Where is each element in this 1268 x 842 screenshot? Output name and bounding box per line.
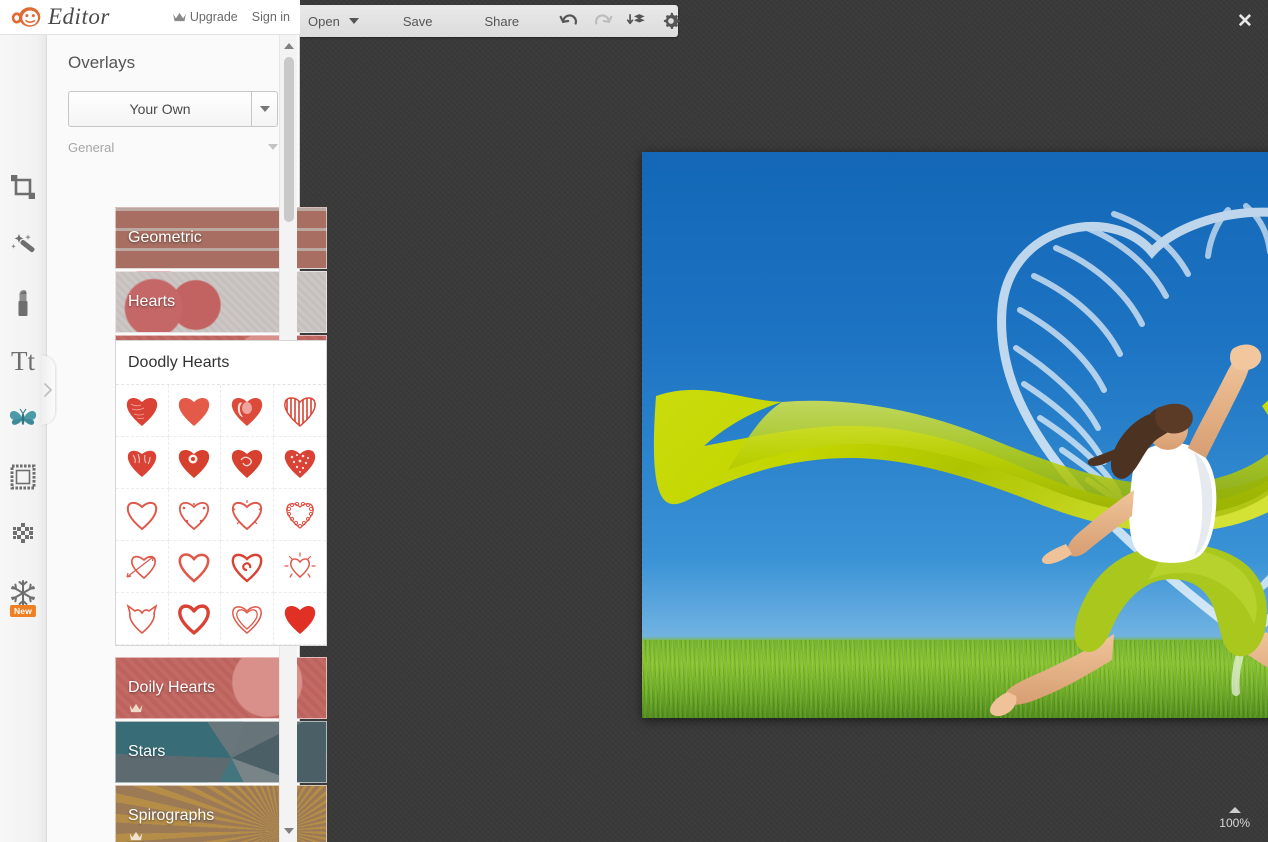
overlay-thumb[interactable] — [169, 437, 222, 489]
lipstick-icon — [13, 289, 33, 317]
overlay-thumb[interactable] — [116, 489, 169, 541]
your-own-dropdown-button[interactable] — [251, 91, 278, 127]
overlay-thumb[interactable] — [221, 593, 274, 645]
layers-download-icon[interactable] — [627, 11, 647, 31]
close-editor-button[interactable]: ✕ — [1232, 8, 1258, 34]
close-x-icon: ✕ — [1237, 12, 1253, 31]
open-label: Open — [308, 14, 340, 29]
chevron-down-icon — [268, 144, 278, 150]
overlay-thumb[interactable] — [221, 489, 274, 541]
general-label: General — [68, 140, 114, 155]
snowflake-icon — [9, 579, 37, 607]
new-badge: New — [10, 605, 36, 617]
overlay-thumb[interactable] — [221, 385, 274, 437]
overlay-thumb[interactable] — [169, 541, 222, 593]
share-label: Share — [484, 14, 519, 29]
overlay-thumb[interactable] — [274, 541, 327, 593]
brand-logo[interactable]: Editor — [0, 4, 110, 30]
scroll-up-arrow-icon[interactable] — [284, 43, 294, 49]
signin-label: Sign in — [252, 10, 290, 24]
general-select[interactable]: General — [68, 133, 278, 161]
overlay-thumb[interactable] — [169, 385, 222, 437]
overlay-thumb[interactable] — [116, 541, 169, 593]
overlay-thumb[interactable] — [169, 593, 222, 645]
open-button[interactable]: Open — [290, 5, 363, 37]
signin-link[interactable]: Sign in — [252, 10, 290, 24]
save-label: Save — [403, 14, 433, 29]
editor-app: 100% Open Save Share — [0, 0, 1268, 842]
chevron-right-icon — [44, 383, 52, 397]
open-category-title: Doodly Hearts — [116, 341, 326, 384]
overlay-thumb[interactable] — [274, 593, 327, 645]
text-tt-icon: Tt — [11, 348, 35, 375]
upgrade-link[interactable]: Upgrade — [173, 10, 238, 24]
butterfly-icon — [9, 407, 37, 431]
themes-tool-button[interactable]: New — [1, 571, 45, 615]
overlay-thumb[interactable] — [274, 489, 327, 541]
triangle-up-icon — [1229, 807, 1241, 813]
share-button[interactable]: Share — [464, 5, 539, 37]
category-label: Geometric — [128, 229, 202, 247]
overlay-thumb[interactable] — [274, 385, 327, 437]
photo-content — [642, 152, 1268, 718]
crop-tool-button[interactable] — [1, 165, 45, 209]
scrollbar-thumb[interactable] — [284, 57, 294, 222]
your-own-button[interactable]: Your Own — [68, 91, 251, 127]
zoom-indicator[interactable]: 100% — [1219, 807, 1250, 830]
crown-icon — [173, 12, 186, 22]
gear-icon[interactable] — [661, 11, 681, 31]
tool-rail: Tt — [0, 35, 47, 842]
overlay-thumb[interactable] — [116, 385, 169, 437]
zoom-level-label: 100% — [1219, 816, 1250, 830]
overlays-tool-button[interactable] — [1, 397, 45, 441]
category-label: Hearts — [128, 293, 175, 311]
category-label: Stars — [128, 743, 165, 761]
magic-wand-icon — [10, 232, 36, 258]
crop-icon — [10, 174, 36, 200]
app-header: Editor Upgrade Sign in — [0, 0, 300, 35]
undo-arrow-icon[interactable] — [559, 11, 579, 31]
text-tool-button[interactable]: Tt — [1, 339, 45, 383]
chevron-down-icon[interactable] — [349, 18, 359, 24]
canvas-area: 100% — [300, 0, 1268, 842]
your-own-label: Your Own — [130, 101, 191, 117]
chevron-down-icon — [260, 106, 270, 112]
frame-icon — [10, 464, 36, 490]
save-button[interactable]: Save — [381, 5, 455, 37]
crown-icon — [129, 831, 143, 841]
open-category-doodly-hearts: Doodly Hearts — [115, 340, 327, 646]
overlay-thumb[interactable] — [116, 437, 169, 489]
overlay-thumb[interactable] — [221, 437, 274, 489]
overlay-thumbnail-grid — [116, 384, 326, 645]
panel-title: Overlays — [47, 35, 299, 73]
jumping-woman — [990, 345, 1268, 717]
upgrade-label: Upgrade — [190, 10, 238, 24]
overlay-thumb[interactable] — [274, 437, 327, 489]
texture-icon — [10, 522, 36, 548]
your-own-control: Your Own — [68, 91, 278, 127]
frames-tool-button[interactable] — [1, 455, 45, 499]
overlays-panel: Overlays Your Own General Geometric Hear… — [47, 35, 300, 842]
effects-tool-button[interactable] — [1, 223, 45, 267]
panel-collapse-button[interactable] — [41, 355, 55, 425]
crown-icon — [129, 703, 143, 713]
top-toolbar: Open Save Share — [290, 5, 678, 37]
touchup-tool-button[interactable] — [1, 281, 45, 325]
category-label: Doily Hearts — [128, 679, 215, 697]
photo-canvas[interactable] — [642, 152, 1268, 718]
overlay-thumb[interactable] — [169, 489, 222, 541]
category-label: Spirographs — [128, 807, 214, 825]
overlay-thumb[interactable] — [116, 593, 169, 645]
brand-name: Editor — [48, 4, 110, 30]
scroll-down-arrow-icon[interactable] — [284, 828, 294, 834]
textures-tool-button[interactable] — [1, 513, 45, 557]
redo-arrow-icon[interactable] — [593, 11, 613, 31]
overlay-thumb[interactable] — [221, 541, 274, 593]
monkey-icon — [10, 5, 42, 29]
